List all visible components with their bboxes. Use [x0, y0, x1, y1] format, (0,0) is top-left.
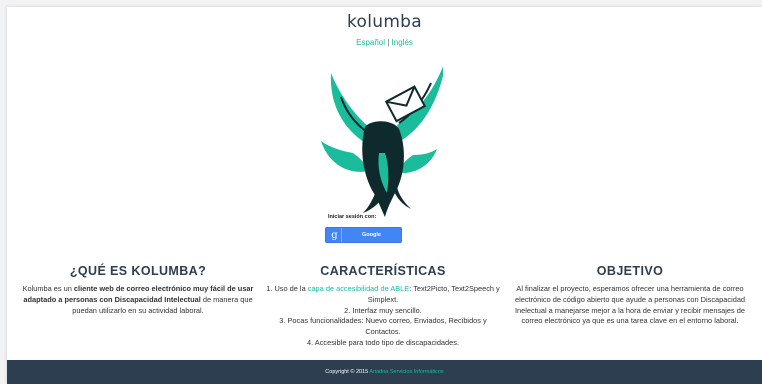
language-switcher: Español | Inglés	[7, 38, 762, 47]
objective-text: Al finalizar el proyecto, esperamos ofre…	[514, 284, 746, 326]
objective-section: OBJETIVO Al finalizar el proyecto, esper…	[510, 264, 750, 327]
about-title: ¿QUÉ ES KOLUMBA?	[69, 264, 207, 278]
features-section: CARACTERÍSTICAS 1. Uso de la capa de acc…	[264, 264, 502, 349]
site-logo[interactable]: kolumba	[7, 12, 762, 32]
login-label: Iniciar sesión con:	[328, 214, 377, 220]
about-text: Kolumba es un cliente web de correo elec…	[19, 284, 257, 316]
feature-item: 4. Accesible para todo tipo de discapaci…	[306, 337, 460, 347]
feature-item: 2. Interfaz muy sencillo.	[344, 305, 422, 315]
google-login-button[interactable]: g Google	[325, 227, 402, 243]
lang-english-link[interactable]: Inglés	[392, 38, 413, 47]
footer-company-link[interactable]: Ariadna Servicios Informáticos	[369, 369, 443, 375]
features-list: 1. Uso de la capa de accesibilidad de AB…	[264, 284, 502, 349]
kolumba-dove-envelope-icon	[321, 66, 443, 217]
google-icon: g	[328, 228, 342, 242]
features-title: CARACTERÍSTICAS	[320, 264, 446, 278]
footer-copyright: Copyright © 2015	[325, 369, 370, 375]
google-button-label: Google	[362, 232, 381, 238]
feature-item: 3. Pocas funcionalidades: Nuevo correo, …	[279, 316, 487, 337]
page: kolumba Español | Inglés Iniciar sesión …	[7, 7, 762, 384]
able-accessibility-link[interactable]: capa de accesibilidad de ABLE	[308, 284, 410, 293]
about-section: ¿QUÉ ES KOLUMBA? Kolumba es un cliente w…	[19, 264, 257, 316]
feature-item: 1. Uso de la capa de accesibilidad de AB…	[264, 284, 502, 306]
footer: Copyright © 2015 Ariadna Servicios Infor…	[7, 360, 762, 384]
about-text-start: Kolumba es un	[22, 284, 74, 293]
objective-title: OBJETIVO	[596, 264, 664, 278]
lang-spanish-link[interactable]: Español	[356, 38, 385, 47]
feature-1-start: 1. Uso de la	[266, 284, 308, 293]
